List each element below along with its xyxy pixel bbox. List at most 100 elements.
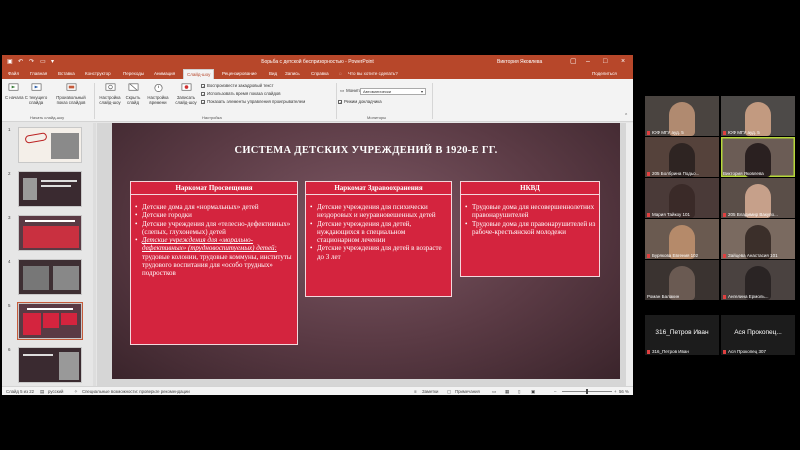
tab-home[interactable]: Главная — [30, 71, 47, 76]
tab-view[interactable]: Вид — [269, 71, 277, 76]
zoom-slider-handle[interactable] — [586, 389, 588, 394]
participant-tile[interactable]: Роман Балакин — [645, 260, 719, 300]
thumbnail-slide-1[interactable]: 1 — [4, 127, 90, 167]
hide-slide-button[interactable]: Скрыть слайд — [123, 82, 143, 105]
participant-tile[interactable]: ЮФ МГУ ауд. 5 — [721, 96, 795, 136]
share-button[interactable]: Поделиться — [592, 71, 617, 76]
bullet-item: Трудовые дома для правонарушителей из ра… — [465, 220, 596, 237]
participant-tile[interactable]: 205 Владимир Вакупо... — [721, 178, 795, 218]
slide-editing-area: СИСТЕМА ДЕТСКИХ УЧРЕЖДЕНИЙ В 1920-Е ГГ. … — [97, 123, 633, 386]
tab-file[interactable]: Файл — [8, 71, 19, 76]
sorter-view-icon[interactable]: ▦ — [505, 389, 509, 395]
text-line — [27, 308, 73, 310]
status-bar: Слайд 5 из 22 ▤ русский ✧ Специальные во… — [2, 386, 633, 395]
maximize-icon[interactable]: □ — [603, 57, 607, 66]
tab-insert[interactable]: Вставка — [58, 71, 75, 76]
text-line — [25, 220, 75, 222]
tab-animations[interactable]: Анимация — [154, 71, 175, 76]
bullet-item: Детские учреждения для «морально-дефекти… — [135, 236, 294, 253]
participant-display-name: Ася Прокопец... — [734, 329, 782, 336]
participant-tile-active-speaker[interactable]: Виктория Яковлева — [721, 137, 795, 177]
bullet-item: Детские учреждения для «телесно-дефектив… — [135, 220, 294, 237]
thumbnail-image — [18, 347, 82, 383]
thumbnail-slide-6[interactable]: 6 — [4, 347, 90, 386]
participant-tile[interactable]: Бурякова Евгения 102 — [645, 219, 719, 259]
participant-tile[interactable]: 316_Петров Иван 316_Петров Иван — [645, 315, 719, 355]
slideshow-view-icon[interactable]: ▣ — [531, 389, 535, 395]
thumbnail-slide-2[interactable]: 2 — [4, 171, 90, 211]
rehearse-timings-button[interactable]: Настройка времени — [145, 82, 171, 105]
ribbon-divider — [432, 83, 433, 119]
mic-muted-icon — [647, 172, 650, 176]
accessibility-status[interactable]: Специальные возможности: проверьте реком… — [82, 389, 190, 394]
tab-design[interactable]: Конструктор — [85, 71, 111, 76]
tab-slideshow[interactable]: Слайд-шоу — [183, 69, 215, 79]
tab-help[interactable]: Справка — [311, 71, 329, 76]
tell-me-search[interactable]: Что вы хотите сделать? — [348, 71, 398, 76]
content-block — [43, 313, 59, 328]
participant-tile[interactable]: Ася Прокопец... Ася Прокопец 307 — [721, 315, 795, 355]
zoom-level[interactable]: 56 % — [619, 389, 629, 394]
participant-tile[interactable]: Зайцева Анастасия 101 — [721, 219, 795, 259]
participant-name: 316_Петров Иван — [652, 349, 689, 354]
setup-show-button[interactable]: Настройка слайд-шоу — [98, 82, 122, 105]
column-nkvd: НКВД Трудовые дома для несовершеннолетни… — [460, 181, 600, 277]
monitor-select[interactable]: Автоматически ▾ — [360, 88, 426, 95]
participant-name: Ася Прокопец 307 — [728, 349, 766, 354]
thumbnail-image — [18, 215, 82, 251]
reading-view-icon[interactable]: ▯ — [518, 389, 520, 395]
slide-counter: Слайд 5 из 22 — [6, 389, 35, 394]
column-body: Детские дома для «нормальных» детей Детс… — [135, 203, 294, 278]
record-show-button[interactable]: Записать слайд-шоу — [173, 82, 199, 105]
accessibility-icon: ✧ — [74, 389, 78, 394]
column-narkompros: Наркомат Просвещения Детские дома для «н… — [130, 181, 298, 345]
zoom-out-icon[interactable]: – — [554, 389, 556, 394]
slide-title: СИСТЕМА ДЕТСКИХ УЧРЕЖДЕНИЙ В 1920-Е ГГ. — [234, 145, 498, 156]
from-start-button[interactable]: С начала — [5, 82, 24, 100]
minimize-icon[interactable]: – — [586, 57, 590, 66]
media-controls-checkbox[interactable]: ✓ Показать элементы управления проигрыват… — [201, 99, 305, 105]
user-name[interactable]: Виктория Яковлева — [497, 59, 542, 65]
tab-record[interactable]: Запись — [285, 71, 300, 76]
thumbnail-slide-3[interactable]: 3 — [4, 215, 90, 255]
current-slide[interactable]: СИСТЕМА ДЕТСКИХ УЧРЕЖДЕНИЙ В 1920-Е ГГ. … — [112, 123, 620, 379]
notes-button[interactable]: Заметки — [422, 389, 438, 394]
zoom-in-icon[interactable]: + — [614, 389, 617, 394]
notes-icon: ≡ — [414, 389, 417, 394]
timings-checkbox[interactable]: ✓ Использовать время показа слайдов — [201, 91, 281, 97]
comments-button[interactable]: Примечания — [455, 389, 480, 394]
spellcheck-icon[interactable]: ▤ — [40, 389, 44, 395]
participant-display-name: 316_Петров Иван — [655, 329, 709, 336]
thumbnail-slide-4[interactable]: 4 — [4, 259, 90, 299]
photo-placeholder — [23, 266, 49, 290]
ribbon: С начала С текущего слайда Произвольный … — [2, 79, 633, 122]
tab-review[interactable]: Рецензирование — [222, 71, 257, 76]
custom-show-button[interactable]: Произвольный показ слайдов — [52, 82, 90, 105]
column-body: Детские учреждения для психически нездор… — [310, 203, 448, 261]
narration-checkbox[interactable]: ✓ Воспроизвести закадровый текст — [201, 83, 274, 89]
presenter-view-checkbox[interactable]: ✓ Режим докладчика — [338, 99, 382, 105]
participant-tile[interactable]: 205 Болбрина Подьо... — [645, 137, 719, 177]
participant-tile[interactable]: Ангелина Ермоль... — [721, 260, 795, 300]
slide-scrollbar[interactable] — [626, 123, 633, 386]
thumbnails-scrollbar[interactable] — [93, 123, 96, 386]
participant-name: 205 Владимир Вакупо... — [728, 212, 778, 217]
collapse-ribbon-icon[interactable]: ⌃ — [624, 113, 628, 119]
participant-tile[interactable]: ЮФ МГУ ауд. 5 — [645, 96, 719, 136]
ribbon-options-icon[interactable]: ▢ — [570, 57, 577, 66]
checkbox-checked-icon: ✓ — [338, 99, 343, 105]
checkbox-checked-icon: ✓ — [201, 83, 206, 89]
thumbnail-slide-5[interactable]: 5 — [4, 302, 90, 343]
normal-view-icon[interactable]: ▭ — [492, 389, 496, 395]
column-body: Трудовые дома для несовершеннолетних пра… — [465, 203, 596, 236]
from-current-button[interactable]: С текущего слайда — [24, 82, 48, 105]
participant-tile[interactable]: Мария Тайкоу 101 — [645, 178, 719, 218]
mic-muted-icon — [647, 254, 650, 258]
language-indicator[interactable]: русский — [48, 389, 63, 394]
slide-thumbnails-pane: 1 2 3 4 5 6 — [2, 123, 95, 386]
tab-transitions[interactable]: Переходы — [123, 71, 144, 76]
checkbox-checked-icon: ✓ — [201, 91, 206, 97]
close-icon[interactable]: × — [621, 57, 625, 66]
powerpoint-window: ▣ ↶ ↷ ▭ ▾ Борьба с детской беспризорност… — [2, 55, 633, 395]
column-heading: Наркомат Просвещения — [130, 181, 298, 195]
